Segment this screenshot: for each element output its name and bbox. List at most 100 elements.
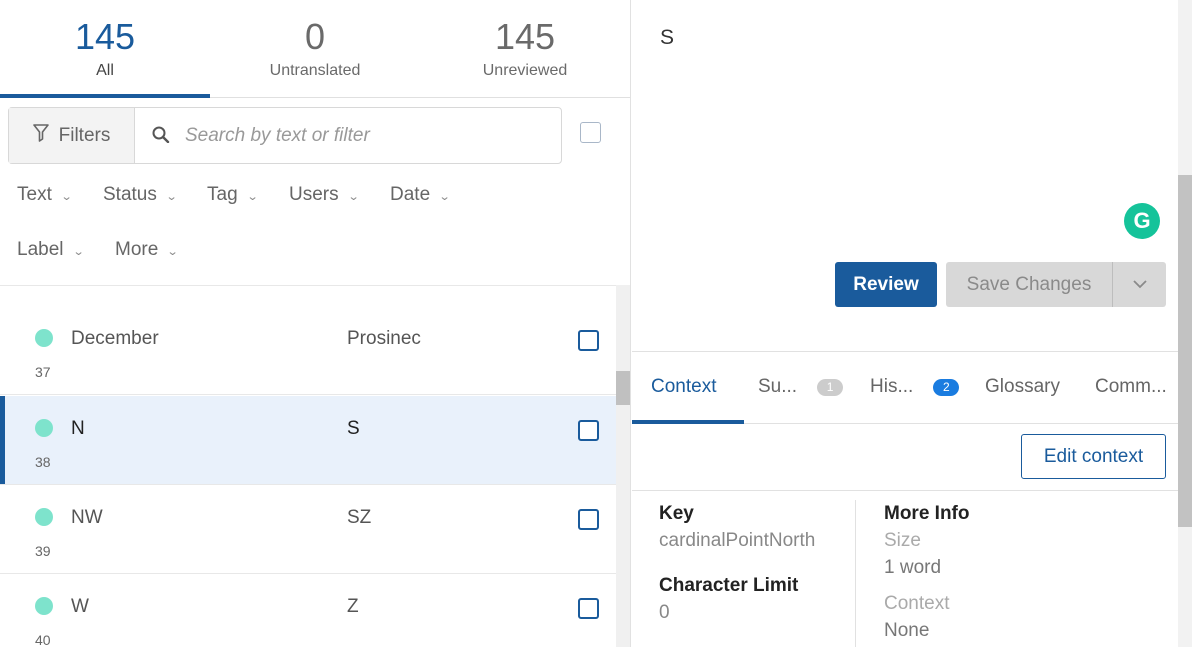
active-tab-indicator [632,420,744,424]
key-label: Key [659,503,694,524]
key-value: cardinalPointNorth [659,530,816,551]
edit-context-button[interactable]: Edit context [1021,434,1166,479]
dropdown-text[interactable]: Text ⌄ [17,184,73,206]
dropdown-users-label: Users [289,184,339,205]
row-number: 40 [35,632,51,647]
chevron-down-icon[interactable] [1113,262,1166,307]
editor-panel: S G Review Save Changes Context Su... 1 … [632,0,1192,647]
dropdown-tag[interactable]: Tag ⌄ [207,184,259,206]
suggestions-count-badge: 1 [817,378,844,396]
tab-untranslated[interactable]: 0 Untranslated [210,0,420,97]
list-scrollbar-thumb[interactable] [616,371,630,405]
translation-editor[interactable]: S [660,26,674,50]
tab-comments[interactable]: Comm... [1095,376,1167,398]
count-tabs: 145 All 0 Untranslated 145 Unreviewed [0,0,630,98]
chevron-down-icon: ⌄ [246,190,259,203]
tab-context-label: Context [651,376,717,397]
status-dot-icon [35,419,53,437]
context-info-value: None [884,620,930,641]
size-label: Size [884,530,921,551]
chevron-down-icon: ⌄ [165,190,178,203]
divider [855,500,856,647]
tab-glossary[interactable]: Glossary [985,376,1060,398]
editor-scrollbar-thumb[interactable] [1178,175,1192,527]
source-text: N [71,418,85,439]
dropdown-text-label: Text [17,184,52,205]
dropdown-label[interactable]: Label ⌄ [17,239,85,261]
tab-suggestions[interactable]: Su... 1 [758,376,844,398]
target-text: Prosinec [347,328,421,349]
dropdown-more[interactable]: More ⌄ [115,239,179,261]
chevron-down-icon: ⌄ [72,245,85,258]
more-info-label: More Info [884,503,970,524]
dropdown-label-label: Label [17,239,64,260]
target-text: S [347,418,360,439]
target-text: SZ [347,507,372,528]
dropdown-more-label: More [115,239,159,260]
list-scrollbar[interactable] [616,285,630,647]
dropdown-status[interactable]: Status ⌄ [103,184,178,206]
review-button[interactable]: Review [835,262,937,307]
search-box [135,108,561,163]
tab-history-label: His... [870,376,914,397]
search-input[interactable] [185,124,545,147]
tab-context[interactable]: Context [651,376,716,398]
tab-all-count: 145 [74,16,136,57]
source-text: W [71,596,89,617]
tab-comments-label: Comm... [1095,376,1167,397]
filters-button[interactable]: Filters [9,108,135,163]
row-checkbox[interactable] [578,509,599,530]
row-number: 37 [35,364,51,380]
chevron-down-icon: ⌄ [166,245,179,258]
dropdown-tag-label: Tag [207,184,238,205]
dropdown-users[interactable]: Users ⌄ [289,184,360,206]
dropdown-date[interactable]: Date ⌄ [390,184,451,206]
select-all-checkbox[interactable] [580,122,601,143]
row-checkbox[interactable] [578,598,599,619]
status-dot-icon [35,329,53,347]
funnel-icon [32,123,49,148]
char-limit-label: Character Limit [659,575,799,596]
char-limit-value: 0 [659,602,670,623]
filters-label: Filters [58,124,111,146]
tab-all-label: All [96,62,114,79]
editor-scrollbar[interactable] [1178,0,1192,647]
string-list-panel: 145 All 0 Untranslated 145 Unreviewed Fi… [0,0,631,647]
save-changes-button-group: Save Changes [946,262,1166,307]
divider [632,490,1178,491]
history-count-badge: 2 [933,378,960,396]
chevron-down-icon: ⌄ [347,190,360,203]
save-changes-button[interactable]: Save Changes [946,262,1113,307]
row-number: 38 [35,454,51,470]
filter-search-bar: Filters [8,107,562,164]
dropdown-status-label: Status [103,184,157,205]
row-checkbox[interactable] [578,330,599,351]
tab-all[interactable]: 145 All [0,0,210,98]
tab-history[interactable]: His... 2 [870,376,960,398]
list-item[interactable]: December Prosinec 37 [0,306,616,395]
source-text: December [71,328,159,349]
list-item[interactable]: W Z 40 [0,574,616,647]
tab-unreviewed-count: 145 [494,16,556,57]
tab-unreviewed-label: Unreviewed [482,62,568,79]
context-tabs: Context Su... 1 His... 2 Glossary Comm..… [632,351,1178,424]
tab-unreviewed[interactable]: 145 Unreviewed [420,0,630,97]
target-text: Z [347,596,359,617]
string-list: December Prosinec 37 N S 38 NW SZ 39 W Z… [0,285,616,647]
row-number: 39 [35,543,51,559]
tab-untranslated-count: 0 [304,16,326,57]
row-checkbox[interactable] [578,420,599,441]
status-dot-icon [35,597,53,615]
list-item-selected[interactable]: N S 38 [0,396,616,485]
grammarly-icon[interactable]: G [1124,203,1160,239]
source-text: NW [71,507,103,528]
tab-suggestions-label: Su... [758,376,798,397]
tab-untranslated-label: Untranslated [269,62,361,79]
chevron-down-icon: ⌄ [438,190,451,203]
tab-glossary-label: Glossary [985,376,1060,397]
search-icon [151,123,171,148]
size-value: 1 word [884,557,942,578]
dropdown-date-label: Date [390,184,431,205]
list-item[interactable]: NW SZ 39 [0,485,616,574]
chevron-down-icon: ⌄ [60,190,73,203]
